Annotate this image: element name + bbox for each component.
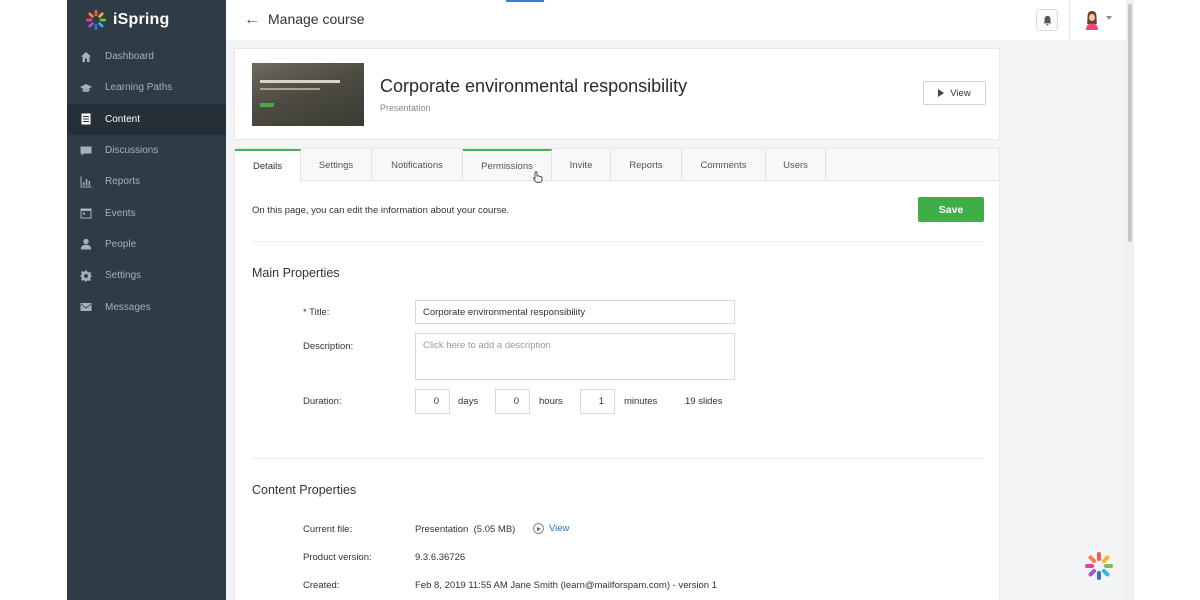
sidebar-item-settings[interactable]: Settings (67, 260, 226, 291)
product-version-label: Product version: (303, 552, 372, 563)
hours-input[interactable]: 0 (495, 389, 530, 414)
course-type: Presentation (380, 103, 431, 113)
main-properties-heading: Main Properties (252, 266, 340, 280)
course-header-card: Corporate environmental responsibility P… (234, 48, 1000, 140)
view-button[interactable]: View (923, 81, 986, 105)
sidebar-item-events[interactable]: Events (67, 197, 226, 228)
play-icon (938, 89, 945, 97)
thumbnail-title-line (260, 80, 340, 83)
sidebar-item-learning-paths[interactable]: Learning Paths (67, 72, 226, 103)
page-title: Manage course (268, 11, 365, 27)
tab-settings[interactable]: Settings (301, 149, 372, 181)
top-bar: ← Manage course (226, 0, 1126, 40)
hand-cursor-icon (533, 171, 543, 183)
sidebar-item-label: Discussions (105, 145, 159, 157)
sidebar-item-dashboard[interactable]: Dashboard (67, 41, 226, 72)
sidebar-item-label: Settings (105, 270, 142, 282)
tab-details[interactable]: Details (235, 149, 301, 182)
chat-icon (80, 145, 92, 157)
section-divider (252, 458, 984, 459)
save-button[interactable]: Save (918, 197, 984, 222)
description-label: Description: (303, 341, 354, 352)
sidebar-item-label: Reports (105, 176, 141, 188)
user-avatar-icon[interactable] (1081, 8, 1103, 30)
days-unit: days (458, 396, 479, 407)
chevron-down-icon[interactable] (1106, 16, 1112, 20)
current-file-value: Presentation (5.05 MB) (415, 524, 516, 535)
tab-comments[interactable]: Comments (682, 149, 766, 181)
sidebar-item-discussions[interactable]: Discussions (67, 135, 226, 166)
tab-invite[interactable]: Invite (552, 149, 611, 181)
thumbnail-subtitle-line (260, 88, 320, 90)
minutes-unit: minutes (624, 396, 658, 407)
main-area: ← Manage course Corporate environmental … (226, 0, 1126, 600)
notifications-button[interactable] (1036, 9, 1058, 31)
envelope-icon (80, 301, 92, 313)
ispring-logo-icon (85, 9, 107, 31)
top-accent-bar (506, 0, 544, 2)
sidebar-item-label: People (105, 238, 137, 250)
tab-notifications[interactable]: Notifications (372, 149, 463, 181)
gear-icon (80, 270, 92, 282)
title-label: * Title: (303, 307, 330, 318)
slides-count: 19 slides (685, 396, 723, 407)
graduation-cap-icon (80, 82, 92, 94)
topbar-divider (1069, 0, 1070, 40)
sidebar-item-people[interactable]: People (67, 229, 226, 260)
brand-logo[interactable]: iSpring (67, 0, 226, 40)
sidebar-item-label: Dashboard (105, 51, 154, 63)
days-input[interactable]: 0 (415, 389, 450, 414)
sidebar-item-messages[interactable]: Messages (67, 291, 226, 322)
title-input[interactable]: Corporate environmental responsibility (415, 300, 735, 324)
hours-unit: hours (539, 396, 563, 407)
bell-icon (1042, 15, 1052, 25)
content-properties-heading: Content Properties (252, 483, 357, 497)
view-link-label: View (549, 523, 570, 534)
minutes-input[interactable]: 1 (580, 389, 615, 414)
document-icon (80, 113, 92, 125)
product-version-value: 9.3.6.36726 (415, 552, 466, 563)
tab-bar: Details Settings Notifications Permissio… (235, 149, 999, 182)
sidebar-item-label: Events (105, 207, 136, 219)
home-icon (80, 51, 92, 63)
bar-chart-icon (80, 176, 92, 188)
section-divider (252, 241, 984, 242)
thumbnail-button-mark (260, 103, 274, 107)
arrow-left-icon[interactable]: ← (244, 11, 260, 29)
brand-name: iSpring (113, 11, 170, 28)
sidebar-item-label: Messages (105, 301, 151, 313)
sidebar-item-label: Content (105, 113, 141, 125)
sidebar-item-content[interactable]: Content (67, 103, 226, 135)
person-icon (80, 238, 92, 250)
details-panel: Details Settings Notifications Permissio… (234, 148, 1000, 600)
play-circle-icon (533, 523, 544, 534)
sidebar-item-label: Learning Paths (105, 82, 173, 94)
tab-users[interactable]: Users (766, 149, 826, 181)
page-scrollbar[interactable] (1126, 0, 1134, 600)
view-file-link[interactable]: View (533, 523, 569, 534)
view-button-label: View (950, 87, 971, 99)
tab-reports[interactable]: Reports (611, 149, 682, 181)
scrollbar-thumb[interactable] (1128, 4, 1132, 242)
page-description: On this page, you can edit the informati… (252, 205, 510, 216)
duration-label: Duration: (303, 396, 342, 407)
course-title: Corporate environmental responsibility (380, 76, 688, 96)
calendar-icon (80, 207, 92, 219)
course-thumbnail[interactable] (252, 63, 364, 126)
created-label: Created: (303, 580, 340, 591)
sidebar: iSpring Dashboard Learning Paths Content… (67, 0, 226, 600)
description-textarea[interactable]: Click here to add a description (415, 333, 735, 380)
current-file-label: Current file: (303, 524, 353, 535)
ispring-pinwheel-icon[interactable] (1084, 551, 1114, 581)
sidebar-item-reports[interactable]: Reports (67, 166, 226, 197)
created-value: Feb 8, 2019 11:55 AM Jane Smith (learn@m… (415, 580, 717, 591)
